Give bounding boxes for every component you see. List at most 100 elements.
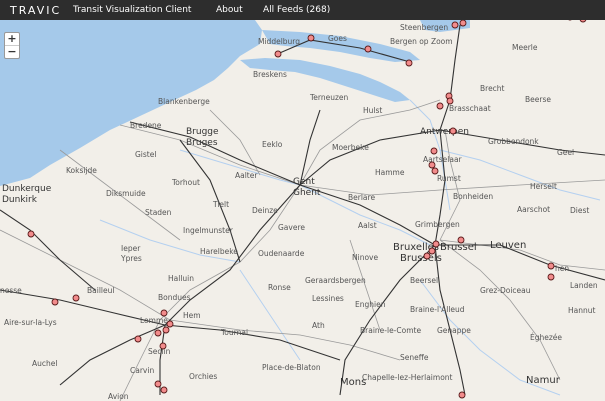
label-chapelle-lez-herlaimont: Chapelle-lez-Herlaimont xyxy=(362,373,453,382)
label-oudenaarde: Oudenaarde xyxy=(258,249,305,258)
label-avion: Avion xyxy=(108,392,129,401)
label-bondues: Bondues xyxy=(158,293,191,302)
vehicle-marker[interactable] xyxy=(436,102,444,110)
nav-about-link[interactable]: About xyxy=(216,5,263,15)
nav-all-feeds-link[interactable]: All Feeds (268) xyxy=(263,5,330,15)
vehicle-marker[interactable] xyxy=(423,252,431,260)
label-landen: Landen xyxy=(570,281,598,290)
vehicle-marker[interactable] xyxy=(162,326,170,334)
label-mons: Mons xyxy=(340,377,366,388)
label-lessines: Lessines xyxy=(312,294,344,303)
label-hulst: Hulst xyxy=(363,106,382,115)
vehicle-marker[interactable] xyxy=(134,335,142,343)
label-hem: Hem xyxy=(183,311,201,320)
label-brecht: Brecht xyxy=(480,84,505,93)
vehicle-marker[interactable] xyxy=(458,391,466,399)
vehicle-marker[interactable] xyxy=(457,236,465,244)
label-koksijde: Koksijde xyxy=(66,166,97,175)
vehicle-marker[interactable] xyxy=(72,294,80,302)
label-namur: Namur xyxy=(526,375,561,386)
label-beersel: Beersel xyxy=(410,276,438,285)
label-blankenberge: Blankenberge xyxy=(158,97,210,106)
label-hen: hen xyxy=(555,264,569,273)
vehicle-marker[interactable] xyxy=(27,230,35,238)
label-geraardsbergen: Geraardsbergen xyxy=(305,276,366,285)
label-brasschaat: Brasschaat xyxy=(449,104,491,113)
label-herselt: Herselt xyxy=(530,182,557,191)
top-navbar: TRAVIC Transit Visualization Client Abou… xyxy=(0,0,605,20)
vehicle-marker[interactable] xyxy=(446,97,454,105)
label-diest: Diest xyxy=(570,206,589,215)
label-gistel: Gistel xyxy=(135,150,156,159)
label-aarschot: Aarschot xyxy=(517,205,550,214)
vehicle-marker[interactable] xyxy=(449,127,457,135)
vehicle-marker[interactable] xyxy=(451,21,459,29)
label-brussel: Brussel xyxy=(440,242,477,253)
map-svg: Steenbergen Middelburg Goes Bergen op Zo… xyxy=(0,20,605,401)
label-beerse: Beerse xyxy=(525,95,551,104)
label-auchel: Auchel xyxy=(32,359,57,368)
label-seneffe: Seneffe xyxy=(400,353,429,362)
label-berlare: Berlare xyxy=(348,193,375,202)
label-meerle: Meerle xyxy=(512,43,538,52)
label-carvin: Carvin xyxy=(130,366,154,375)
vehicle-marker[interactable] xyxy=(364,45,372,53)
zoom-out-button[interactable]: − xyxy=(5,45,19,58)
vehicle-marker[interactable] xyxy=(166,320,174,328)
label-lomme: Lomme xyxy=(140,316,168,325)
vehicle-marker[interactable] xyxy=(159,342,167,350)
label-bergen-op-zoom: Bergen op Zoom xyxy=(390,37,453,46)
label-enghien: Enghien xyxy=(355,300,386,309)
vehicle-marker[interactable] xyxy=(431,167,439,175)
label-grobbendonk: Grobbendonk xyxy=(488,137,539,146)
vehicle-marker[interactable] xyxy=(428,161,436,169)
map-canvas[interactable]: Steenbergen Middelburg Goes Bergen op Zo… xyxy=(0,20,605,401)
vehicle-marker[interactable] xyxy=(547,262,555,270)
label-aire-sur-la-lys: Aire-sur-la-Lys xyxy=(4,318,57,327)
vehicle-marker[interactable] xyxy=(579,20,587,23)
vehicle-marker[interactable] xyxy=(160,309,168,317)
label-ghent: Ghent xyxy=(293,188,321,198)
vehicle-marker[interactable] xyxy=(154,329,162,337)
label-aalst: Aalst xyxy=(358,221,377,230)
label-halluin: Halluin xyxy=(168,274,194,283)
label-moerbeke: Moerbeke xyxy=(332,143,369,152)
label-genappe: Genappe xyxy=(437,326,471,335)
label-rumst: Rumst xyxy=(437,174,461,183)
zoom-in-button[interactable]: + xyxy=(5,33,19,45)
label-deinze: Deinze xyxy=(252,206,278,215)
label-seclin: Seclin xyxy=(148,347,171,356)
brand-logo[interactable]: TRAVIC xyxy=(10,4,65,17)
label-gent: Gent xyxy=(293,177,315,187)
label-leuven: Leuven xyxy=(490,240,526,251)
label-nesse: nesse xyxy=(0,286,22,295)
vehicle-marker[interactable] xyxy=(274,50,282,58)
label-bonheiden: Bonheiden xyxy=(453,192,493,201)
label-aalter: Aalter xyxy=(235,171,258,180)
label-brugge: Brugge xyxy=(186,127,219,137)
label-tournai: Tournai xyxy=(220,328,248,337)
vehicle-marker[interactable] xyxy=(432,240,440,248)
vehicle-marker[interactable] xyxy=(405,59,413,67)
vehicle-marker[interactable] xyxy=(459,20,467,27)
vehicle-marker[interactable] xyxy=(428,247,436,255)
label-dunkerque: Dunkerque xyxy=(2,184,52,194)
label-grez-doiceau: Grez-Doiceau xyxy=(480,286,531,295)
vehicle-marker[interactable] xyxy=(160,386,168,394)
label-ninove: Ninove xyxy=(352,253,378,262)
label-torhout: Torhout xyxy=(171,178,200,187)
label-diksmuide: Diksmuide xyxy=(106,189,146,198)
label-hannut: Hannut xyxy=(568,306,595,315)
vehicle-marker[interactable] xyxy=(154,380,162,388)
label-bailleul: Bailleul xyxy=(87,286,114,295)
vehicle-marker[interactable] xyxy=(547,273,555,281)
vehicle-marker[interactable] xyxy=(51,298,59,306)
label-ypres: Ypres xyxy=(120,254,142,263)
vehicle-marker[interactable] xyxy=(430,147,438,155)
label-braine-lalleud: Braine-l'Alleud xyxy=(410,305,465,314)
label-ieper: Ieper xyxy=(121,244,141,253)
label-orchies: Orchies xyxy=(189,372,217,381)
vehicle-marker[interactable] xyxy=(307,34,315,42)
label-steenbergen: Steenbergen xyxy=(400,23,448,32)
label-harelbeke: Harelbeke xyxy=(200,247,238,256)
